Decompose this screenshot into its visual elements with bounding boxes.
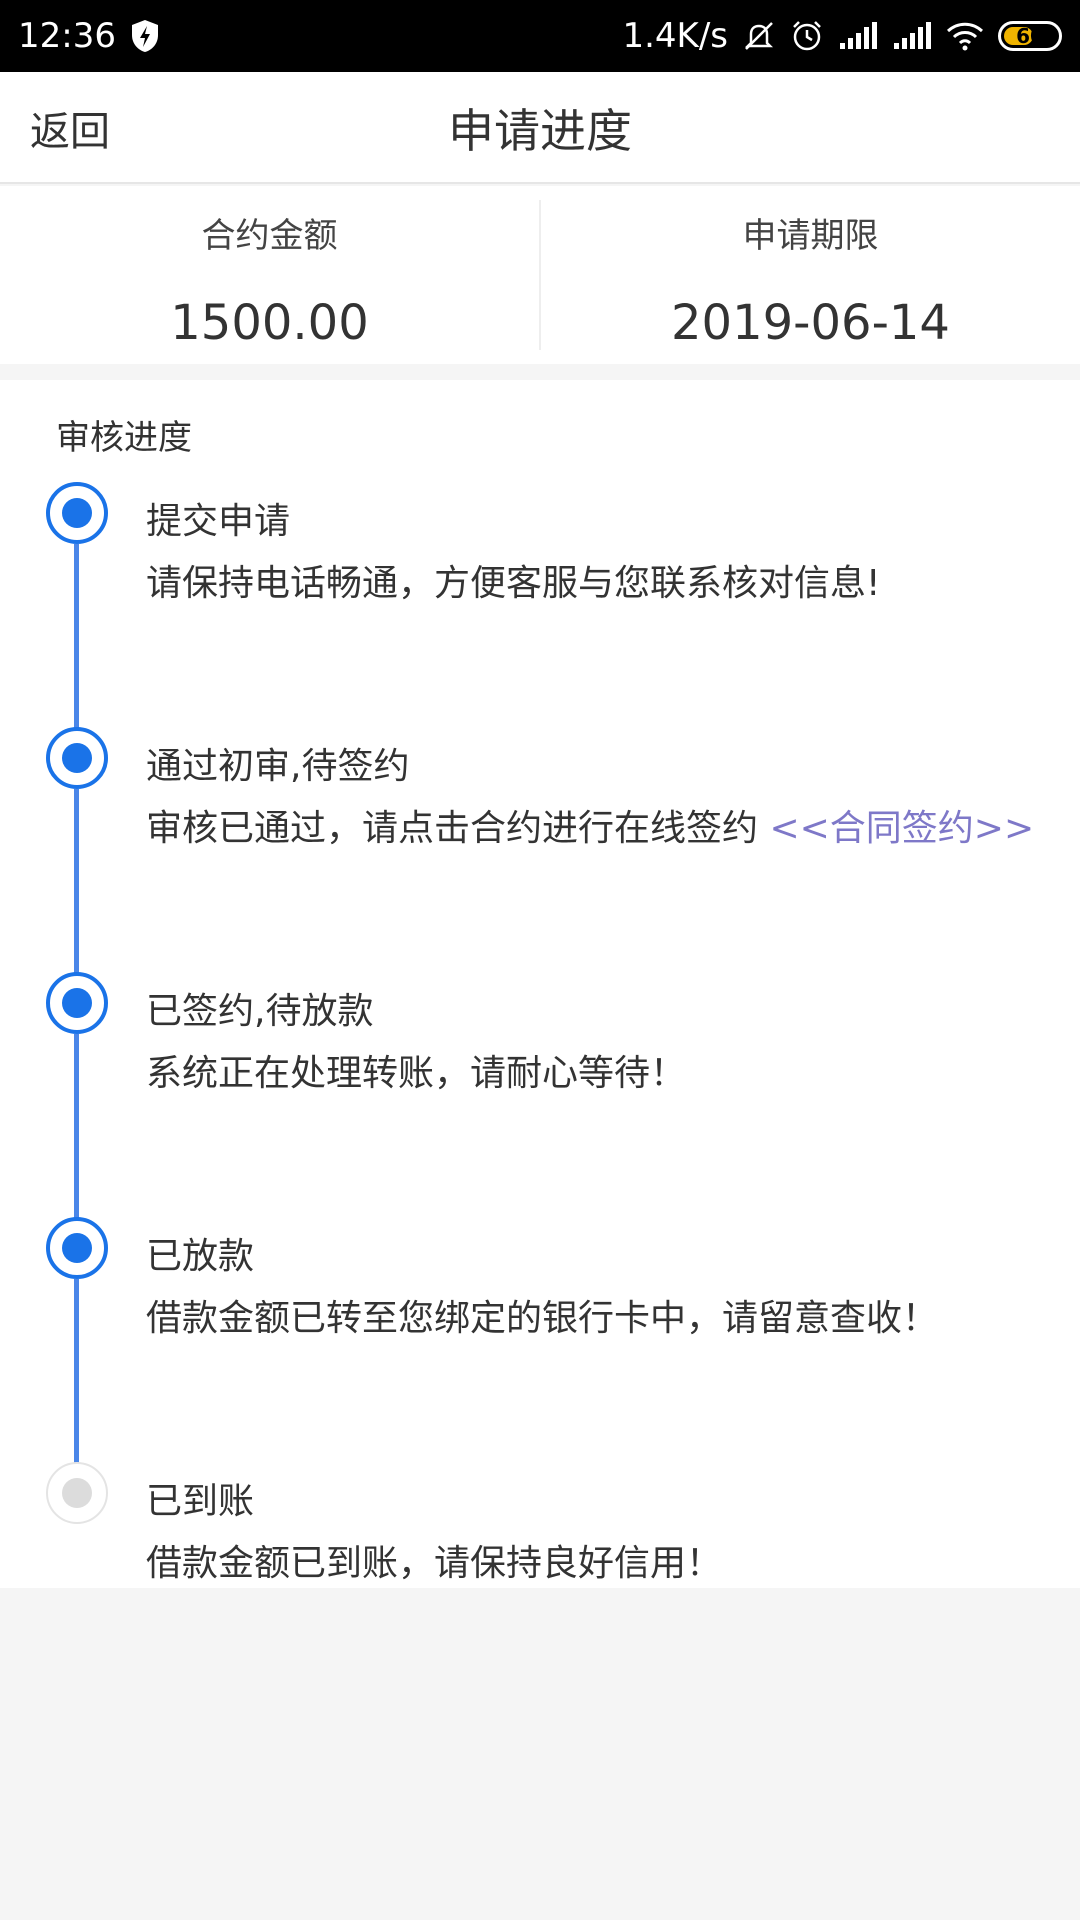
step-first-review: 通过初审,待签约 审核已通过，请点击合约进行在线签约 <<合同签约>> xyxy=(0,727,1080,974)
timeline-line xyxy=(74,1034,79,1219)
step-title: 提交申请 xyxy=(146,501,291,542)
step-pending-icon xyxy=(46,1462,108,1524)
section-title: 审核进度 xyxy=(56,418,192,458)
status-bar-left: 12:36 xyxy=(18,16,160,56)
step-title: 已放款 xyxy=(146,1236,255,1277)
step-desc: 借款金额已到账，请保持良好信用！ xyxy=(146,1543,723,1584)
amount-value: 1500.00 xyxy=(170,295,369,351)
contract-summary: 合约金额 1500.00 申请期限 2019-06-14 xyxy=(0,186,1080,364)
step-done-icon xyxy=(46,482,108,544)
back-button[interactable]: 返回 xyxy=(30,72,110,184)
shield-icon xyxy=(130,19,160,53)
deadline-label: 申请期限 xyxy=(742,216,879,256)
deadline-value: 2019-06-14 xyxy=(671,295,950,351)
step-signed: 已签约,待放款 系统正在处理转账，请耐心等待！ xyxy=(0,972,1080,1219)
review-progress: 审核进度 提交申请 请保持电话畅通，方便客服与您联系核对信息! 通过初审,待签约… xyxy=(0,380,1080,1588)
step-title: 通过初审,待签约 xyxy=(146,746,410,787)
amount-column: 合约金额 1500.00 xyxy=(0,186,539,364)
network-speed: 1.4K/s xyxy=(622,16,728,56)
top-nav-bar: 返回 申请进度 xyxy=(0,72,1080,184)
battery-percent: 60 xyxy=(1016,24,1044,48)
step-done-icon xyxy=(46,727,108,789)
alarm-icon xyxy=(790,19,824,53)
step-desc: 借款金额已转至您绑定的银行卡中，请留意查收！ xyxy=(146,1298,939,1339)
clock: 12:36 xyxy=(18,16,116,56)
step-desc-text: 审核已通过，请点击合约进行在线签约 xyxy=(146,808,770,849)
mute-bell-icon xyxy=(742,19,776,53)
step-title: 已到账 xyxy=(146,1481,255,1522)
status-bar: 12:36 1.4K/s 60 xyxy=(0,0,1080,72)
signal-icon-1 xyxy=(838,21,878,51)
timeline-line xyxy=(74,544,79,729)
page-title: 申请进度 xyxy=(448,104,632,158)
step-title: 已签约,待放款 xyxy=(146,991,374,1032)
sign-contract-link[interactable]: <<合同签约>> xyxy=(769,808,1034,849)
status-bar-right: 1.4K/s 60 xyxy=(622,16,1062,56)
step-desc: 系统正在处理转账，请耐心等待！ xyxy=(146,1053,687,1094)
step-arrived: 已到账 借款金额已到账，请保持良好信用！ xyxy=(0,1462,1080,1707)
timeline-line xyxy=(74,1279,79,1464)
amount-label: 合约金额 xyxy=(201,216,338,256)
deadline-column: 申请期限 2019-06-14 xyxy=(541,186,1080,364)
step-done-icon xyxy=(46,972,108,1034)
signal-icon-2 xyxy=(892,21,932,51)
step-disbursed: 已放款 借款金额已转至您绑定的银行卡中，请留意查收！ xyxy=(0,1217,1080,1464)
step-done-icon xyxy=(46,1217,108,1279)
timeline-line xyxy=(74,789,79,974)
battery-icon: 60 xyxy=(998,21,1062,51)
wifi-icon xyxy=(946,21,984,51)
step-desc: 审核已通过，请点击合约进行在线签约 <<合同签约>> xyxy=(146,799,1034,851)
step-submit: 提交申请 请保持电话畅通，方便客服与您联系核对信息! xyxy=(0,482,1080,729)
step-desc: 请保持电话畅通，方便客服与您联系核对信息! xyxy=(146,563,881,604)
